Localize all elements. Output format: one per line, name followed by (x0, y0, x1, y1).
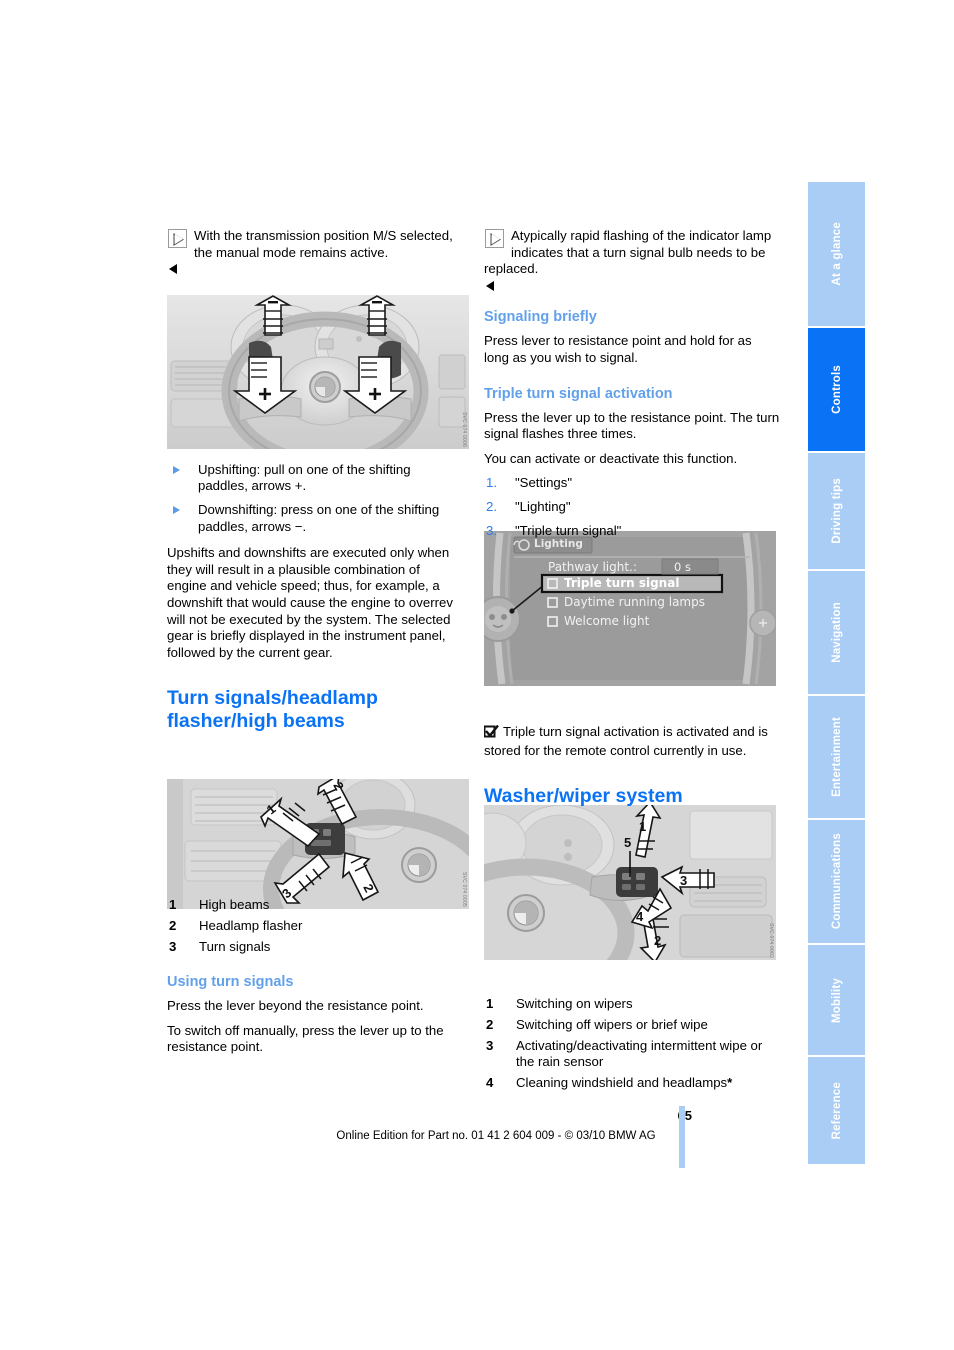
triangle-bullet-icon (173, 506, 180, 515)
checkmark-glyph (483, 724, 499, 738)
note-triple-turn-signal-stored: Triple turn signal activation is activat… (483, 724, 780, 759)
tab-entertainment[interactable]: Entertainment (808, 695, 865, 819)
legend-number: 3 (486, 1037, 494, 1053)
legend-item: 1 Switching on wipers (484, 996, 780, 1013)
checkbox-checked-icon (483, 724, 499, 743)
legend-number: 4 (486, 1074, 494, 1090)
note-end-marker (169, 264, 177, 275)
figure-spacer-2 (167, 745, 463, 893)
tab-label: Navigation (830, 602, 843, 663)
step-item: 3. "Triple turn signal" (484, 523, 780, 540)
list-item: Downshifting: press on one of the shifti… (167, 502, 463, 535)
list-item: Upshifting: pull on one of the shifting … (167, 462, 463, 495)
legend-number: 1 (169, 897, 177, 913)
tab-label: Driving tips (830, 478, 843, 544)
legend-label: High beams (199, 897, 270, 913)
step-label: "Settings" (515, 475, 573, 491)
manual-page: At a glance Controls Driving tips Naviga… (0, 0, 954, 1350)
tab-label: Reference (830, 1081, 843, 1140)
step-label: "Lighting" (515, 498, 571, 514)
step-item: 2. "Lighting" (484, 499, 780, 516)
tab-communications[interactable]: Communications (808, 820, 865, 943)
paragraph-press-lever-beyond: Press the lever beyond the resistance po… (167, 998, 424, 1014)
step-number: 1. (486, 475, 497, 491)
legend-washer-wiper: 1 Switching on wipers 2 Switching off wi… (484, 996, 780, 1091)
note-triangle-icon (168, 229, 187, 248)
footer-edition-text: Online Edition for Part no. 01 41 2 604 … (336, 1130, 656, 1142)
legend-label: Cleaning windshield and headlamps (516, 1074, 728, 1090)
triangle-glyph (490, 233, 501, 246)
note-text: With the transmission position M/S selec… (194, 228, 453, 260)
legend-item: 2 Switching off wipers or brief wipe (484, 1017, 780, 1034)
paragraph-triple-press-lever: Press the lever up to the resistance poi… (484, 409, 780, 442)
note-text: Triple turn signal activation is activat… (484, 724, 768, 758)
legend-number: 2 (486, 1016, 494, 1032)
heading-turn-signals-headlamp-flasher: Turn signals/headlamp flasher/high beams (167, 687, 378, 733)
legend-item: 4 Cleaning windshield and headlamps* (484, 1075, 780, 1092)
paragraph-switch-off-manually: To switch off manually, press the lever … (167, 1022, 444, 1055)
list-item-label: Downshifting: press on one of the shifti… (198, 501, 440, 534)
step-number: 3. (486, 522, 497, 538)
legend-label: Switching on wipers (516, 996, 633, 1012)
heading-using-turn-signals: Using turn signals (167, 974, 294, 991)
paragraph-triple-activate-deactivate: You can activate or deactivate this func… (484, 450, 738, 466)
tab-navigation[interactable]: Navigation (808, 571, 865, 694)
legend-label: Turn signals (199, 938, 271, 954)
note-transmission-manual-mode: With the transmission position M/S selec… (167, 228, 463, 278)
heading-triple-turn-signal-activation: Triple turn signal activation (484, 385, 673, 402)
page-number: 65 (0, 1108, 692, 1123)
steps-triple-turn-signal: 1. "Settings" 2. "Lighting" 3. "Triple t… (484, 475, 780, 539)
step-number: 2. (486, 498, 497, 514)
tab-label: Communications (830, 833, 843, 930)
note-text: Atypically rapid flashing of the indicat… (484, 228, 772, 277)
legend-turn-signal-lever: 1 High beams 2 Headlamp flasher 3 Turn s… (167, 897, 463, 955)
legend-label: Headlamp flasher (199, 917, 303, 933)
left-text-column: With the transmission position M/S selec… (167, 228, 463, 1066)
tab-label: Controls (830, 365, 843, 414)
tab-driving-tips[interactable]: Driving tips (808, 452, 865, 570)
tab-controls[interactable]: Controls (808, 328, 865, 451)
triangle-glyph (173, 233, 184, 246)
right-text-column: Atypically rapid flashing of the indicat… (483, 228, 780, 1101)
paragraph-upshifts-downshifts: Upshifts and downshifts are executed onl… (167, 545, 453, 660)
legend-item: 1 High beams (167, 897, 463, 914)
figure-spacer-1 (167, 292, 463, 462)
legend-label: Switching off wipers or brief wipe (516, 1016, 708, 1032)
legend-label: Activating/deactivating intermittent wip… (516, 1037, 763, 1070)
legend-item: 2 Headlamp flasher (167, 918, 463, 935)
note-turn-signal-bulb: Atypically rapid flashing of the indicat… (484, 228, 780, 294)
shift-paddle-bullets: Upshifting: pull on one of the shifting … (167, 462, 463, 535)
legend-item: 3 Turn signals (167, 939, 463, 956)
legend-item: 3 Activating/deactivating intermittent w… (484, 1038, 780, 1071)
figure-spacer-idrive (484, 549, 780, 724)
legend-number: 2 (169, 917, 177, 933)
legend-number: 3 (169, 938, 177, 954)
tab-mobility[interactable]: Mobility (808, 944, 865, 1056)
step-label: "Triple turn signal" (515, 522, 622, 538)
note-triangle-icon (485, 229, 504, 248)
heading-washer-wiper-system: Washer/wiper system (484, 785, 683, 808)
list-item-label: Upshifting: pull on one of the shifting … (198, 461, 411, 494)
legend-number: 1 (486, 996, 494, 1012)
tab-reference[interactable]: Reference (808, 1057, 865, 1165)
tab-at-a-glance[interactable]: At a glance (808, 182, 865, 327)
section-tab-strip: At a glance Controls Driving tips Naviga… (808, 182, 865, 1166)
triangle-bullet-icon (173, 466, 180, 475)
figure-spacer-wiper (484, 820, 780, 992)
paragraph-signaling-briefly: Press lever to resistance point and hold… (484, 333, 752, 365)
note-end-marker (486, 280, 494, 291)
tab-label: Entertainment (830, 717, 843, 797)
tab-label: At a glance (830, 222, 843, 286)
tab-label: Mobility (830, 977, 843, 1023)
heading-signaling-briefly: Signaling briefly (484, 309, 597, 326)
step-item: 1. "Settings" (484, 475, 780, 492)
optional-equipment-asterisk: * (727, 1074, 733, 1090)
